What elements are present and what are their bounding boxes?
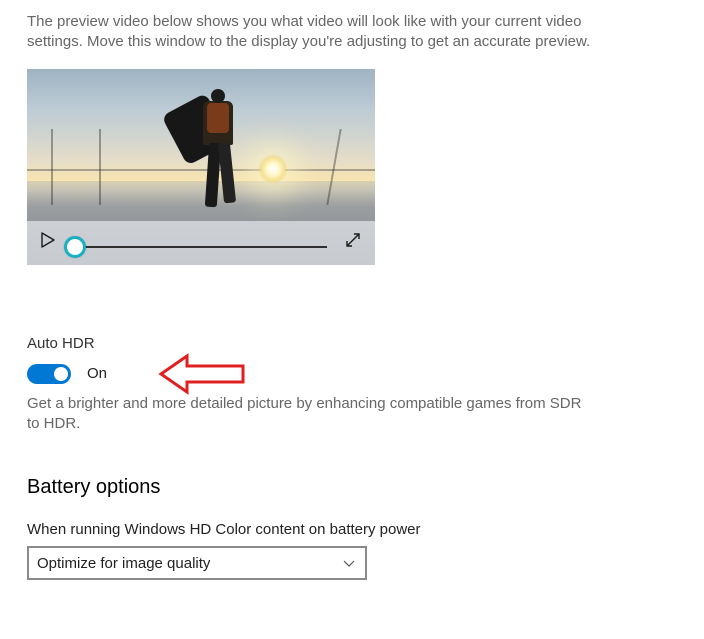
battery-options-heading: Battery options <box>27 476 704 499</box>
auto-hdr-description: Get a brighter and more detailed picture… <box>27 394 587 435</box>
play-icon[interactable] <box>41 232 55 248</box>
video-sun <box>259 155 287 183</box>
video-preview[interactable] <box>27 69 375 265</box>
video-scrubber[interactable] <box>64 236 86 258</box>
chevron-down-icon <box>343 555 355 572</box>
battery-option-selected: Optimize for image quality <box>37 555 210 572</box>
auto-hdr-title: Auto HDR <box>27 335 704 352</box>
annotation-arrow-icon <box>157 352 247 400</box>
battery-field-label: When running Windows HD Color content on… <box>27 521 704 538</box>
toggle-knob <box>54 367 68 381</box>
auto-hdr-state: On <box>87 365 107 382</box>
preview-description: The preview video below shows you what v… <box>27 12 607 53</box>
battery-option-select[interactable]: Optimize for image quality <box>27 546 367 580</box>
fullscreen-icon[interactable] <box>345 232 361 252</box>
auto-hdr-toggle[interactable] <box>27 364 71 384</box>
video-controls <box>27 221 375 265</box>
video-seek-track[interactable] <box>77 246 327 248</box>
video-figure <box>177 89 245 219</box>
